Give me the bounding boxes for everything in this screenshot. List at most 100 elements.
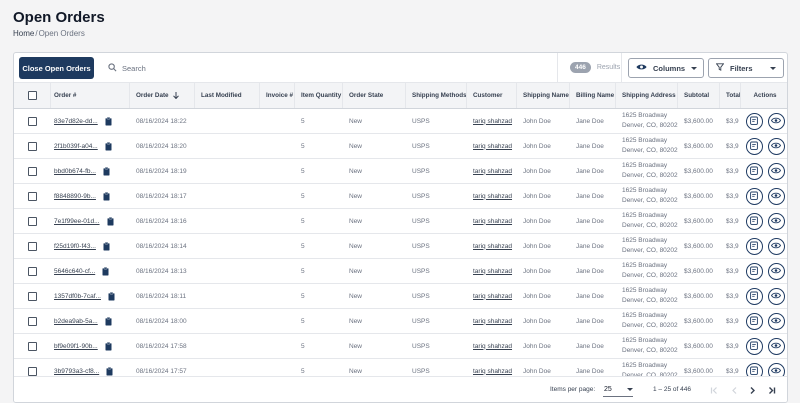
header-order-number[interactable]: Order # — [51, 83, 130, 108]
notes-button[interactable] — [745, 337, 763, 355]
clipboard-icon[interactable] — [103, 241, 110, 251]
view-button[interactable] — [767, 162, 785, 180]
clipboard-icon[interactable] — [105, 341, 112, 351]
close-open-orders-button[interactable]: Close Open Orders — [19, 57, 94, 79]
customer-link[interactable]: tariq shahzad — [473, 343, 512, 350]
row-checkbox[interactable] — [28, 216, 37, 226]
notes-button[interactable] — [745, 212, 763, 230]
header-order-state[interactable]: Order State — [343, 83, 406, 108]
customer-link[interactable]: tariq shahzad — [473, 168, 512, 175]
clipboard-icon[interactable] — [106, 366, 113, 376]
notes-button[interactable] — [745, 137, 763, 155]
notes-button[interactable] — [745, 287, 763, 305]
view-button[interactable] — [767, 212, 785, 230]
customer-link[interactable]: tariq shahzad — [473, 193, 512, 200]
customer-link[interactable]: tariq shahzad — [473, 368, 512, 375]
customer-link[interactable]: tariq shahzad — [473, 268, 512, 275]
view-button[interactable] — [767, 312, 785, 330]
clipboard-icon[interactable] — [103, 191, 110, 201]
table-row[interactable]: 83e7d82e-dd... 08/16/2024 18:22 5 New US… — [14, 109, 787, 134]
row-checkbox[interactable] — [28, 266, 37, 276]
row-checkbox[interactable] — [28, 116, 37, 126]
header-subtotal[interactable]: Subtotal — [678, 83, 720, 108]
search-input[interactable] — [122, 63, 422, 73]
order-number-link[interactable]: bbd0b674-fb... — [54, 168, 96, 175]
view-button[interactable] — [767, 112, 785, 130]
table-row[interactable]: 5646c640-cf... 08/16/2024 18:13 5 New US… — [14, 259, 787, 284]
row-select-cell — [14, 234, 51, 258]
order-number-link[interactable]: 5646c640-cf... — [54, 268, 95, 275]
row-checkbox[interactable] — [28, 291, 37, 301]
row-checkbox[interactable] — [28, 191, 37, 201]
table-row[interactable]: 7e1f99ee-01d... 08/16/2024 18:16 5 New U… — [14, 209, 787, 234]
order-number-link[interactable]: 7e1f99ee-01d... — [54, 218, 100, 225]
prev-page-icon[interactable] — [727, 383, 741, 397]
first-page-icon[interactable] — [707, 383, 721, 397]
order-number-link[interactable]: 1357df0b-7caf... — [54, 293, 101, 300]
header-shipping-name[interactable]: Shipping Name — [517, 83, 570, 108]
row-checkbox[interactable] — [28, 241, 37, 251]
order-number-link[interactable]: bf9e09f1-90b... — [54, 343, 98, 350]
table-row[interactable]: f25d19f0-f43... 08/16/2024 18:14 5 New U… — [14, 234, 787, 259]
clipboard-icon[interactable] — [105, 141, 112, 151]
order-number-link[interactable]: f8848890-9b... — [54, 193, 96, 200]
view-button[interactable] — [767, 187, 785, 205]
table-row[interactable]: b2dea9ab-5a... 08/16/2024 18:00 5 New US… — [14, 309, 787, 334]
table-row[interactable]: bf9e09f1-90b... 08/16/2024 17:58 5 New U… — [14, 334, 787, 359]
order-number-link[interactable]: 2f1b039f-a04... — [54, 143, 98, 150]
clipboard-icon[interactable] — [105, 316, 112, 326]
notes-button[interactable] — [745, 312, 763, 330]
filters-button[interactable]: Filters — [708, 58, 784, 78]
notes-button[interactable] — [745, 237, 763, 255]
header-order-date[interactable]: Order Date — [130, 83, 195, 108]
header-shipping-address[interactable]: Shipping Address — [616, 83, 678, 108]
header-invoice-number[interactable]: Invoice # — [260, 83, 295, 108]
row-checkbox[interactable] — [28, 366, 37, 376]
notes-button[interactable] — [745, 262, 763, 280]
clipboard-icon[interactable] — [107, 216, 114, 226]
table-row[interactable]: f8848890-9b... 08/16/2024 18:17 5 New US… — [14, 184, 787, 209]
header-total[interactable]: Total — [720, 83, 741, 108]
clipboard-icon[interactable] — [108, 291, 115, 301]
customer-link[interactable]: tariq shahzad — [473, 318, 512, 325]
row-checkbox[interactable] — [28, 316, 37, 326]
row-checkbox[interactable] — [28, 141, 37, 151]
view-button[interactable] — [767, 137, 785, 155]
row-checkbox[interactable] — [28, 341, 37, 351]
view-button[interactable] — [767, 262, 785, 280]
view-button[interactable] — [767, 237, 785, 255]
clipboard-icon[interactable] — [103, 166, 110, 176]
header-shipping-methods[interactable]: Shipping Methods — [406, 83, 467, 108]
breadcrumb-home[interactable]: Home — [13, 29, 34, 38]
order-number-link[interactable]: f25d19f0-f43... — [54, 243, 96, 250]
notes-button[interactable] — [745, 112, 763, 130]
order-number-link[interactable]: 83e7d82e-dd... — [54, 118, 98, 125]
header-last-modified[interactable]: Last Modified — [195, 83, 260, 108]
notes-button[interactable] — [745, 187, 763, 205]
notes-button[interactable] — [745, 162, 763, 180]
order-number-link[interactable]: 3b9793a3-cf8... — [54, 368, 99, 375]
table-row[interactable]: 1357df0b-7caf... 08/16/2024 18:11 5 New … — [14, 284, 787, 309]
invoice-number-cell — [260, 134, 295, 158]
order-number-link[interactable]: b2dea9ab-5a... — [54, 318, 98, 325]
header-customer[interactable]: Customer — [467, 83, 517, 108]
table-row[interactable]: bbd0b674-fb... 08/16/2024 18:19 5 New US… — [14, 159, 787, 184]
table-row[interactable]: 2f1b039f-a04... 08/16/2024 18:20 5 New U… — [14, 134, 787, 159]
next-page-icon[interactable] — [745, 383, 759, 397]
clipboard-icon[interactable] — [102, 266, 109, 276]
customer-link[interactable]: tariq shahzad — [473, 143, 512, 150]
last-page-icon[interactable] — [764, 383, 778, 397]
customer-link[interactable]: tariq shahzad — [473, 118, 512, 125]
columns-button[interactable]: Columns — [628, 58, 704, 78]
row-checkbox[interactable] — [28, 166, 37, 176]
customer-link[interactable]: tariq shahzad — [473, 243, 512, 250]
clipboard-icon[interactable] — [105, 116, 112, 126]
items-per-page-select[interactable]: 25 — [603, 383, 633, 397]
view-button[interactable] — [767, 287, 785, 305]
view-button[interactable] — [767, 337, 785, 355]
header-billing-name[interactable]: Billing Name — [570, 83, 616, 108]
header-item-quantity[interactable]: Item Quantity — [295, 83, 343, 108]
customer-link[interactable]: tariq shahzad — [473, 293, 512, 300]
customer-link[interactable]: tariq shahzad — [473, 218, 512, 225]
select-all-checkbox[interactable] — [27, 91, 37, 100]
